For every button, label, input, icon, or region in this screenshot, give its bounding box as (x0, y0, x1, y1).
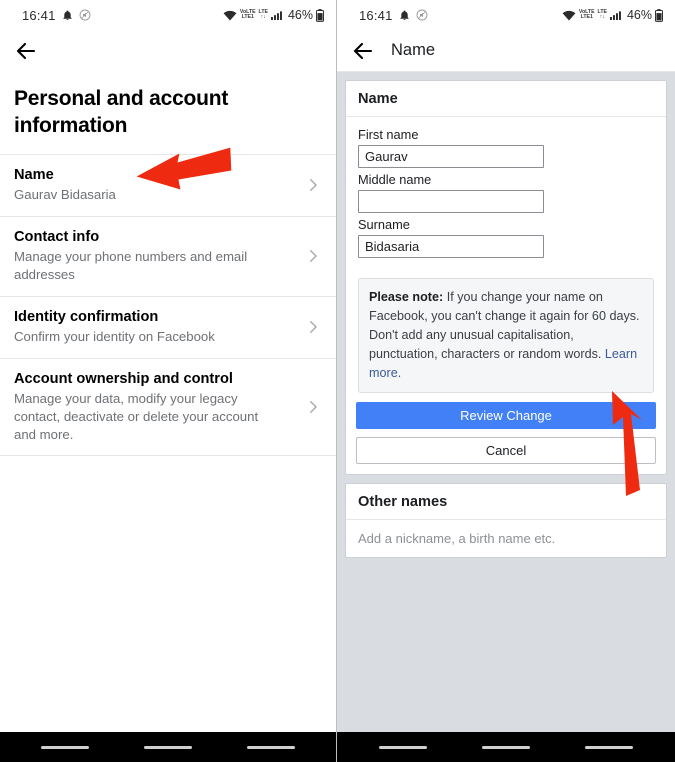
list-item-identity-confirmation[interactable]: Identity confirmation Confirm your ident… (0, 295, 336, 358)
nav-pill[interactable] (481, 745, 530, 749)
volte-icon: VoLTE LTE1 (578, 9, 595, 20)
other-names-card: Other names Add a nickname, a birth name… (345, 483, 667, 559)
list-item-contact-info[interactable]: Contact info Manage your phone numbers a… (0, 215, 336, 296)
back-arrow-icon[interactable] (14, 39, 38, 63)
list-item-subtitle: Manage your phone numbers and email addr… (14, 249, 248, 282)
list-item-subtitle: Gaurav Bidasaria (14, 186, 116, 202)
chevron-right-icon (304, 318, 322, 336)
status-bar-right-group: VoLTE LTE1 LTE ↑↓ 46% (223, 8, 325, 22)
back-arrow-icon[interactable] (351, 39, 375, 63)
app-bar-title: Name (391, 41, 436, 59)
system-nav-bar-right[interactable] (337, 732, 675, 762)
battery-icon (316, 8, 325, 22)
list-item-title: Contact info (14, 228, 100, 245)
status-bar-right: 16:41 VoLTE LTE1 LTE ↑↓ 46% (337, 0, 675, 30)
wifi-icon (562, 10, 576, 21)
name-card: Name First name Middle name Surname Plea… (345, 80, 667, 476)
mute-circle-icon (416, 9, 428, 21)
system-nav-bar-left[interactable] (0, 732, 336, 762)
middle-name-input[interactable] (358, 190, 544, 213)
battery-percent-label: 46% (626, 8, 652, 22)
surname-input[interactable] (358, 235, 544, 258)
list-item-texts: Account ownership and control Manage you… (14, 370, 304, 444)
first-name-label: First name (358, 127, 419, 142)
list-item-texts: Identity confirmation Confirm your ident… (14, 308, 304, 346)
name-card-actions: Review Change Cancel (346, 393, 666, 474)
right-phone-screen: 16:41 VoLTE LTE1 LTE ↑↓ 46% Name Name Fi… (337, 0, 675, 762)
left-content: Personal and account information Name Ga… (0, 72, 336, 728)
list-item-account-ownership-and-control[interactable]: Account ownership and control Manage you… (0, 357, 336, 456)
lte-icon: LTE ↑↓ (258, 9, 268, 20)
battery-icon (655, 8, 664, 22)
lte-icon: LTE ↑↓ (597, 9, 607, 20)
right-content: Name First name Middle name Surname Plea… (337, 72, 675, 728)
signal-bars-icon (270, 10, 283, 21)
list-item-title: Account ownership and control (14, 370, 233, 387)
name-card-body: First name Middle name Surname (346, 117, 666, 269)
nav-pill[interactable] (585, 745, 634, 749)
list-item-subtitle: Confirm your identity on Facebook (14, 328, 215, 344)
left-phone-screen: 16:41 VoLTE LTE1 LTE ↑↓ 46% Personal and… (0, 0, 337, 762)
list-item-name[interactable]: Name Gaurav Bidasaria (0, 153, 336, 216)
chevron-right-icon (304, 398, 322, 416)
nav-pill[interactable] (246, 745, 295, 749)
list-item-texts: Name Gaurav Bidasaria (14, 166, 304, 204)
bell-icon (399, 9, 410, 22)
list-bottom-divider (0, 455, 336, 457)
surname-label: Surname (358, 217, 410, 232)
list-item-title: Name (14, 166, 54, 183)
chevron-right-icon (304, 176, 322, 194)
list-item-texts: Contact info Manage your phone numbers a… (14, 228, 304, 284)
volte-icon: VoLTE LTE1 (239, 9, 256, 20)
right-app-bar: Name (337, 30, 675, 72)
nav-pill[interactable] (143, 745, 192, 749)
nav-pill[interactable] (41, 745, 90, 749)
page-title: Personal and account information (14, 87, 229, 137)
status-bar-left-group: 16:41 (359, 8, 428, 23)
cancel-button[interactable]: Cancel (356, 437, 656, 465)
note-bold-prefix: Please note: (369, 290, 444, 304)
battery-percent-label: 46% (287, 8, 313, 22)
status-bar-clock: 16:41 (22, 7, 56, 23)
status-bar-left-group: 16:41 (22, 8, 91, 23)
dual-screenshot-container: 16:41 VoLTE LTE1 LTE ↑↓ 46% Personal and… (0, 0, 675, 762)
other-names-header: Other names (346, 484, 666, 521)
status-bar-clock: 16:41 (359, 7, 393, 23)
first-name-input[interactable] (358, 145, 544, 168)
chevron-right-icon (304, 247, 322, 265)
bell-icon (62, 9, 73, 22)
status-bar-right-group: VoLTE LTE1 LTE ↑↓ 46% (562, 8, 664, 22)
add-other-name-row[interactable]: Add a nickname, a birth name etc. (346, 520, 666, 557)
middle-name-label: Middle name (358, 172, 432, 187)
list-item-subtitle: Manage your data, modify your legacy con… (14, 390, 259, 442)
name-card-header: Name (346, 81, 666, 117)
name-change-note: Please note: If you change your name on … (358, 278, 654, 394)
wifi-icon (223, 10, 237, 21)
status-bar-left: 16:41 VoLTE LTE1 LTE ↑↓ 46% (0, 0, 336, 30)
review-change-button[interactable]: Review Change (356, 402, 656, 430)
mute-circle-icon (79, 9, 91, 21)
signal-bars-icon (609, 10, 622, 21)
nav-pill[interactable] (378, 745, 427, 749)
left-app-bar (0, 30, 336, 72)
list-item-title: Identity confirmation (14, 308, 159, 325)
